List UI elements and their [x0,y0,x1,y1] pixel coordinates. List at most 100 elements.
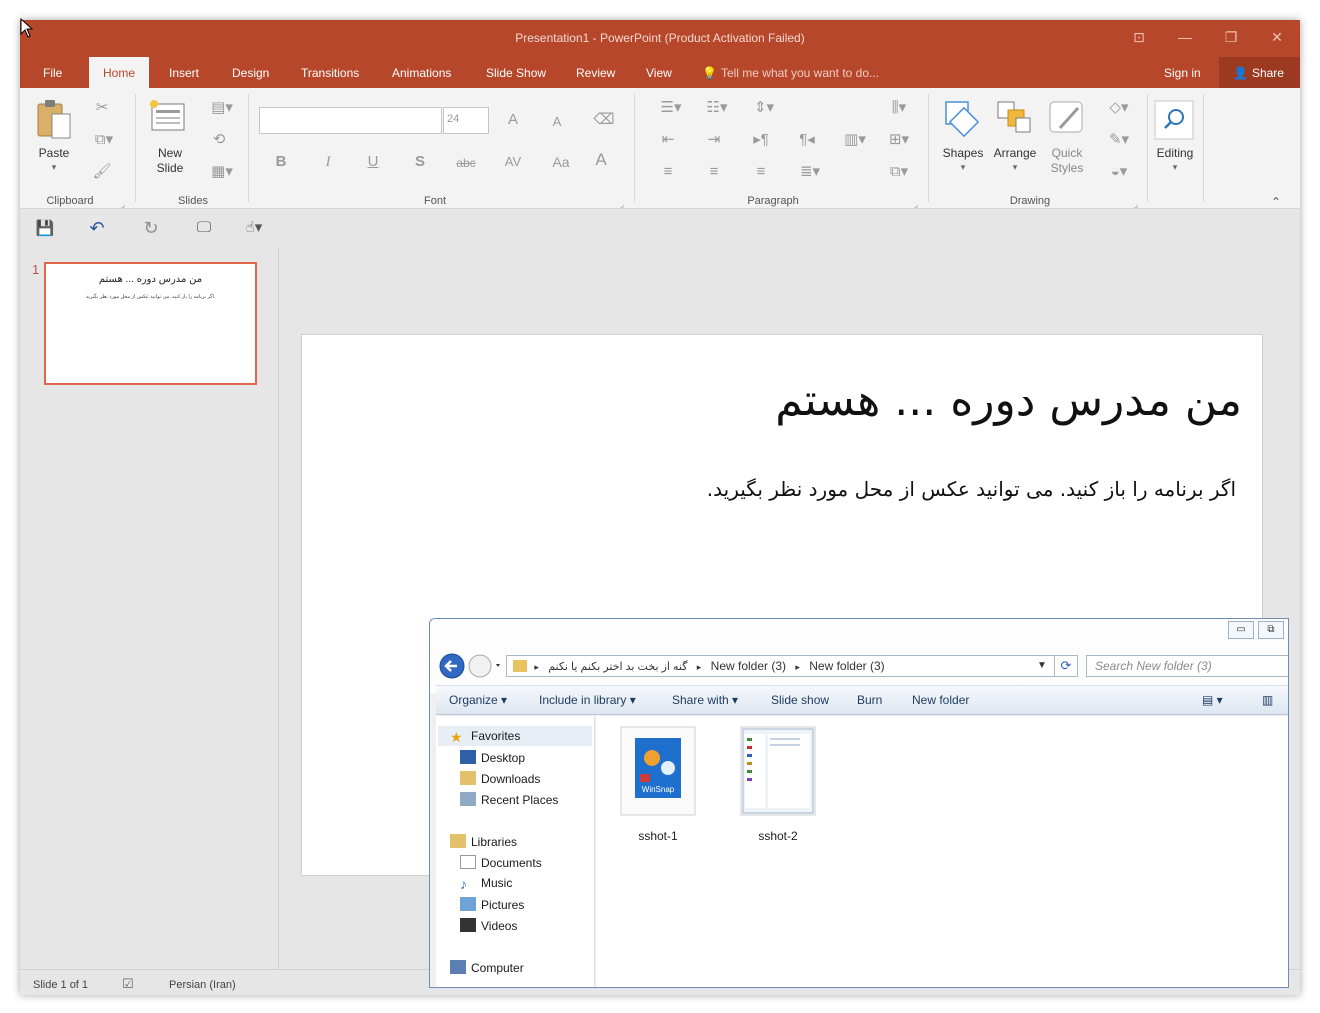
save-icon[interactable]: 💾 [34,219,56,239]
bold-icon[interactable]: B [270,152,292,172]
section-icon[interactable]: ▦▾ [206,162,238,182]
restore-button[interactable]: ❐ [1219,26,1243,48]
sign-in-link[interactable]: Sign in [1164,57,1201,89]
undo-icon[interactable]: ↶ [86,218,108,238]
slide-subtitle[interactable]: اگر برنامه را باز کنید. می توانید عکس از… [302,477,1236,501]
nav-libraries[interactable]: Libraries [450,834,517,849]
new-slide-button[interactable]: New Slide [148,98,192,178]
include-in-library-button[interactable]: Include in library ▾ [539,686,636,715]
spell-check-icon[interactable]: ☑ [122,976,134,992]
tab-design[interactable]: Design [218,57,283,88]
strikethrough-icon[interactable]: abc [450,153,482,173]
grow-font-icon[interactable]: A [502,110,524,130]
align-right-icon[interactable]: ≡ [747,162,775,182]
share-button[interactable]: 👤 Share [1219,57,1300,88]
format-painter-icon[interactable]: 🖌 [92,162,112,182]
breadcrumb-root[interactable]: گنه از بخت بد اختر بکنم یا نکنم [548,661,687,673]
text-direction-icon[interactable]: ⫼▾ [884,98,914,118]
slide-title[interactable]: من مدرس دوره ... هستم [302,375,1242,426]
align-text-icon[interactable]: ⊞▾ [884,130,914,150]
nav-downloads[interactable]: Downloads [460,771,540,786]
font-name-combobox[interactable] [259,107,442,134]
paste-button[interactable]: Paste ▾ [34,98,74,172]
change-case-icon[interactable]: Aa [546,152,576,172]
file-item[interactable]: WinSnap sshot-1 [618,726,698,843]
redo-icon[interactable]: ↻ [140,218,162,238]
layout-icon[interactable]: ▤▾ [206,98,238,118]
organize-button[interactable]: Organize ▾ [449,686,507,715]
decrease-indent-icon[interactable]: ⇤ [654,130,682,150]
columns-icon[interactable]: ▥▾ [840,130,870,150]
view-options-icon[interactable]: ▤ ▾ [1202,686,1223,715]
address-bar[interactable]: ▸ گنه از بخت بد اختر بکنم یا نکنم ▸ New … [506,655,1078,677]
file-item[interactable]: sshot-2 [738,726,818,843]
tab-animations[interactable]: Animations [378,57,465,88]
nav-favorites[interactable]: ★ Favorites [450,729,520,745]
nav-videos[interactable]: Videos [460,918,517,933]
refresh-icon[interactable]: ⟳ [1054,655,1078,677]
burn-button[interactable]: Burn [857,686,882,715]
font-size-combobox[interactable]: 24 [443,107,489,134]
line-spacing-icon[interactable]: ⇕▾ [747,98,781,118]
explorer-restore-button[interactable]: ⧉ [1258,621,1284,639]
language-indicator[interactable]: Persian (Iran) [169,979,236,991]
touch-mode-icon[interactable]: ☝▾ [238,218,270,238]
nav-recent-places[interactable]: Recent Places [460,792,558,807]
character-spacing-icon[interactable]: AV [498,152,528,172]
nav-music[interactable]: ♪ Music [460,876,512,892]
justify-icon[interactable]: ≣▾ [793,162,827,182]
breadcrumb-folder-1[interactable]: New folder (3) [711,659,786,673]
align-center-icon[interactable]: ≡ [700,162,728,182]
slide-show-button[interactable]: Slide show [771,686,829,715]
tab-file[interactable]: File [29,57,76,88]
rtl-icon[interactable]: ▸¶ [747,130,775,150]
new-folder-button[interactable]: New folder [912,686,969,715]
search-input[interactable]: Search New folder (3) [1086,655,1288,677]
align-left-icon[interactable]: ≡ [654,162,682,182]
arrange-button[interactable]: Arrange ▾ [992,98,1038,178]
bullets-icon[interactable]: ☰▾ [654,98,688,118]
start-slideshow-icon[interactable]: 🖵 [192,218,216,238]
reset-icon[interactable]: ⟲ [206,130,232,150]
close-button[interactable]: ✕ [1265,26,1289,48]
italic-icon[interactable]: I [317,152,339,172]
shrink-font-icon[interactable]: A [546,112,568,132]
preview-pane-icon[interactable]: ▥ [1262,686,1273,715]
shape-effects-icon[interactable]: ◒▾ [1102,162,1136,182]
ltr-icon[interactable]: ¶◂ [793,130,821,150]
nav-documents[interactable]: Documents [460,855,542,870]
address-dropdown-icon[interactable]: ▼ [1037,656,1047,676]
increase-indent-icon[interactable]: ⇥ [700,130,728,150]
minimize-button[interactable]: — [1173,26,1197,48]
copy-icon[interactable]: ⧉▾ [90,130,118,150]
ribbon-display-options-button[interactable]: ⊡ [1127,26,1151,48]
shapes-button[interactable]: Shapes ▾ [940,98,986,178]
font-color-icon[interactable]: A [590,150,612,170]
editing-button[interactable]: Editing ▾ [1154,100,1196,180]
smartart-icon[interactable]: ⧉▾ [884,162,914,182]
tab-transitions[interactable]: Transitions [287,57,373,88]
pane-splitter[interactable] [278,249,279,969]
tab-review[interactable]: Review [562,57,629,88]
tab-home[interactable]: Home [89,57,150,88]
tab-view[interactable]: View [632,57,686,88]
share-with-button[interactable]: Share with ▾ [672,686,738,715]
tell-me-box[interactable]: 💡 Tell me what you want to do... [702,57,879,88]
shape-outline-icon[interactable]: ✎▾ [1102,130,1136,150]
back-forward-icon[interactable] [438,652,502,680]
nav-desktop[interactable]: Desktop [460,750,525,765]
breadcrumb-folder-2[interactable]: New folder (3) [809,659,884,673]
underline-icon[interactable]: U [362,152,384,172]
explorer-minimize-button[interactable]: ▭ [1228,621,1254,639]
nav-pictures[interactable]: Pictures [460,897,524,912]
clear-formatting-icon[interactable]: ⌫ [593,110,615,130]
cut-icon[interactable]: ✂ [92,98,112,118]
tab-slide-show[interactable]: Slide Show [472,57,560,88]
shape-fill-icon[interactable]: ◇▾ [1102,98,1136,118]
nav-computer[interactable]: Computer [450,960,524,975]
shadow-icon[interactable]: S [409,152,431,172]
tab-insert[interactable]: Insert [155,57,213,88]
slide-thumbnail[interactable]: من مدرس دوره ... هستم اگر برنامه را باز … [44,262,257,385]
numbering-icon[interactable]: ☷▾ [700,98,734,118]
quick-styles-button[interactable]: Quick Styles [1044,98,1090,178]
